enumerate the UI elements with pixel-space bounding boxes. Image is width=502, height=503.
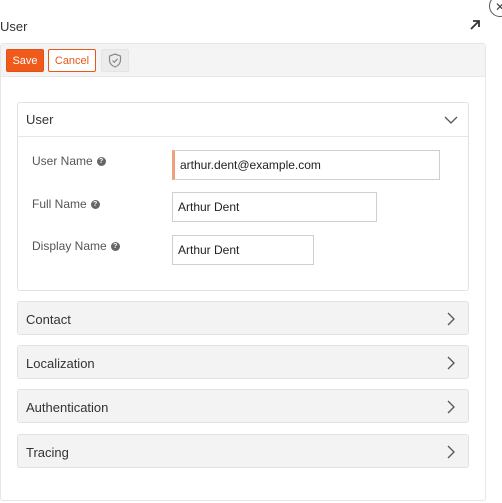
section-tracing-title: Tracing <box>26 444 69 460</box>
section-localization-header[interactable]: Localization <box>18 346 468 380</box>
section-tracing-header[interactable]: Tracing <box>18 435 468 469</box>
user-name-label: User Name ? <box>32 154 106 168</box>
section-authentication[interactable]: Authentication <box>17 389 469 423</box>
display-name-label: Display Name ? <box>32 239 120 253</box>
help-icon[interactable]: ? <box>90 199 100 209</box>
chevron-right-icon <box>447 445 455 459</box>
shield-button[interactable] <box>101 49 129 72</box>
close-button[interactable]: ✕ <box>489 0 502 17</box>
chevron-right-icon <box>447 312 455 326</box>
display-name-input[interactable] <box>172 235 314 265</box>
user-name-input[interactable] <box>172 150 440 180</box>
section-user: User User Name ? Full Name ? Display Nam… <box>17 102 469 291</box>
full-name-input[interactable] <box>172 192 377 222</box>
help-icon[interactable]: ? <box>96 156 106 166</box>
section-user-title: User <box>26 112 54 127</box>
section-contact-header[interactable]: Contact <box>18 302 468 336</box>
expand-arrow-icon[interactable] <box>468 18 482 32</box>
section-localization[interactable]: Localization <box>17 345 469 379</box>
user-dialog: User ✕ Save Cancel User User Name ? arth… <box>0 0 502 503</box>
shield-check-icon <box>108 53 122 68</box>
toolbar: Save Cancel <box>1 44 485 77</box>
section-user-header[interactable]: User <box>18 103 468 137</box>
full-name-label: Full Name ? <box>32 197 100 211</box>
section-contact[interactable]: Contact <box>17 301 469 335</box>
section-contact-title: Contact <box>26 311 71 327</box>
close-icon: ✕ <box>495 0 502 14</box>
help-icon[interactable]: ? <box>110 241 120 251</box>
section-authentication-header[interactable]: Authentication <box>18 390 468 424</box>
chevron-right-icon <box>447 400 455 414</box>
chevron-right-icon <box>447 356 455 370</box>
section-tracing[interactable]: Tracing <box>17 434 469 468</box>
window-title: User <box>0 19 28 34</box>
cancel-button[interactable]: Cancel <box>48 49 96 72</box>
save-button[interactable]: Save <box>6 49 44 72</box>
chevron-down-icon <box>444 116 458 124</box>
section-localization-title: Localization <box>26 355 95 371</box>
section-authentication-title: Authentication <box>26 399 109 415</box>
